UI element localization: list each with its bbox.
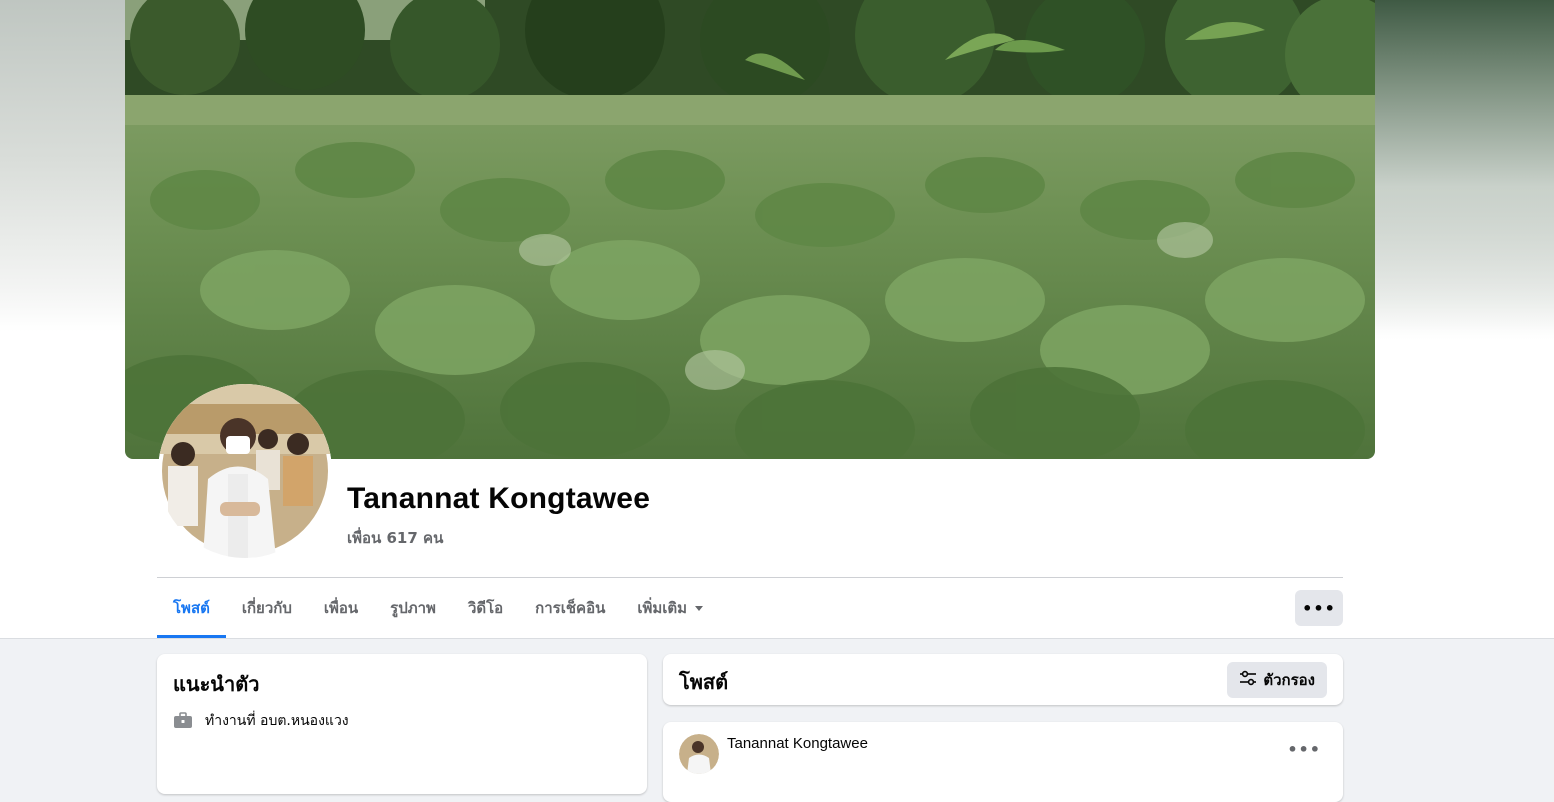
tab-videos[interactable]: วิดีโอ: [452, 578, 519, 638]
tab-about-label: เกี่ยวกับ: [241, 599, 292, 617]
cover-photo[interactable]: [125, 0, 1375, 459]
chevron-down-icon: [695, 605, 704, 611]
profile-tabs: โพสต์ เกี่ยวกับ เพื่อน รูปภาพ วิดีโอ การ…: [157, 578, 719, 638]
post-author-avatar[interactable]: [679, 734, 719, 774]
posts-header-card: โพสต์ ตัวกรอง: [663, 654, 1343, 705]
post-card: Tanannat Kongtawee •••: [663, 722, 1343, 802]
tab-photos[interactable]: รูปภาพ: [374, 578, 452, 638]
tab-about[interactable]: เกี่ยวกับ: [226, 578, 308, 638]
profile-avatar-image: [158, 384, 332, 558]
filter-button[interactable]: ตัวกรอง: [1227, 662, 1327, 698]
tab-checkins-label: การเช็คอิน: [535, 599, 606, 617]
tab-more-label: เพิ่มเติม: [637, 599, 688, 617]
posts-title: โพสต์: [679, 670, 729, 694]
filter-button-label: ตัวกรอง: [1263, 671, 1315, 689]
sliders-icon: [1239, 670, 1257, 690]
intro-work-item: ทำงานที่ อบต.หนองแวง: [173, 710, 349, 732]
cover-photo-image: [125, 0, 1375, 459]
intro-work-text: ทำงานที่ อบต.หนองแวง: [205, 713, 349, 729]
post-author-name[interactable]: Tanannat Kongtawee: [727, 735, 868, 752]
tab-more[interactable]: เพิ่มเติม: [621, 578, 719, 638]
profile-avatar[interactable]: [158, 384, 332, 558]
tab-posts-label: โพสต์: [173, 599, 210, 617]
profile-more-button[interactable]: •••: [1295, 590, 1343, 626]
tab-photos-label: รูปภาพ: [390, 599, 436, 617]
intro-title: แนะนำตัว: [173, 672, 260, 696]
profile-name: Tanannat Kongtawee: [347, 482, 651, 515]
briefcase-icon: [173, 711, 193, 731]
more-dots-icon: •••: [1302, 598, 1336, 618]
intro-card: แนะนำตัว ทำงานที่ อบต.หนองแวง: [157, 654, 647, 794]
header-bottom-border: [0, 638, 1554, 639]
tab-videos-label: วิดีโอ: [467, 599, 504, 617]
tab-posts[interactable]: โพสต์: [157, 578, 226, 638]
friends-count[interactable]: เพื่อน 617 คน: [347, 526, 443, 550]
tab-friends-label: เพื่อน: [323, 599, 359, 617]
post-more-icon[interactable]: •••: [1287, 740, 1321, 759]
tab-checkins[interactable]: การเช็คอิน: [519, 578, 621, 638]
tab-friends[interactable]: เพื่อน: [308, 578, 374, 638]
header-shade: [1374, 0, 1554, 340]
